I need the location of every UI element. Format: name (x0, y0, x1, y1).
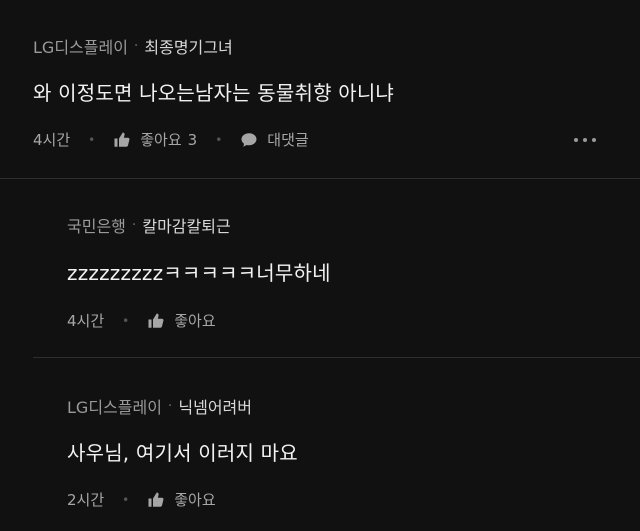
author-company: LG디스플레이 (67, 398, 162, 417)
author-nickname[interactable]: 최종명기그녀 (144, 34, 232, 58)
action-separator: • (122, 313, 130, 328)
author-separator: · (167, 398, 173, 414)
reply-actions: 2시간 • 좋아요 (67, 489, 216, 510)
author-company: LG디스플레이 (33, 38, 128, 57)
reply-label: 대댓글 (267, 131, 309, 149)
thumbs-up-icon (114, 132, 130, 147)
reply-text: 사우님, 여기서 이러지 마요 (67, 441, 298, 465)
comment-item: LG디스플레이 · 최종명기그녀 와 이정도면 나오는남자는 동물취향 아니냐 … (0, 0, 640, 179)
reply-time: 2시간 (67, 491, 105, 509)
like-button[interactable]: 좋아요 (147, 489, 216, 510)
like-label: 좋아요 (174, 491, 216, 509)
comment-time: 4시간 (33, 131, 71, 149)
author-nickname[interactable]: 칼마감칼퇴근 (142, 213, 230, 237)
like-label: 좋아요 (174, 312, 216, 330)
comment-actions: 4시간 • 좋아요 3 • 대댓글 (33, 129, 309, 150)
like-button[interactable]: 좋아요 (147, 310, 216, 331)
reply-author-line: 국민은행 · 칼마감칼퇴근 (67, 213, 231, 237)
action-separator: • (88, 132, 96, 147)
reply-item: 국민은행 · 칼마감칼퇴근 zzzzzzzzzㅋㅋㅋㅋㅋ너무하네 4시간 • 좋… (0, 179, 640, 357)
reply-button[interactable]: 대댓글 (240, 129, 309, 150)
like-label: 좋아요 (140, 131, 182, 149)
reply-time: 4시간 (67, 312, 105, 330)
thumbs-up-icon (148, 492, 164, 507)
action-separator: • (215, 132, 223, 147)
speech-bubble-icon (241, 132, 257, 147)
thumbs-up-icon (148, 313, 164, 328)
more-dot (592, 138, 596, 142)
reply-author-line: LG디스플레이 · 닉넴어려버 (67, 394, 252, 418)
more-dot (583, 138, 587, 142)
more-dot (574, 138, 578, 142)
comment-author-line: LG디스플레이 · 최종명기그녀 (33, 34, 233, 58)
reply-item: LG디스플레이 · 닉넴어려버 사우님, 여기서 이러지 마요 2시간 • 좋아… (0, 358, 640, 531)
author-separator: · (131, 217, 137, 233)
author-separator: · (133, 38, 139, 54)
reply-text: zzzzzzzzzㅋㅋㅋㅋㅋ너무하네 (67, 261, 331, 285)
reply-actions: 4시간 • 좋아요 (67, 310, 216, 331)
author-company: 국민은행 (67, 217, 126, 236)
action-separator: • (122, 492, 130, 507)
more-options-button[interactable] (574, 138, 596, 142)
comment-text: 와 이정도면 나오는남자는 동물취향 아니냐 (33, 81, 395, 105)
author-nickname[interactable]: 닉넴어려버 (178, 394, 252, 418)
like-count: 3 (187, 130, 198, 149)
like-button[interactable]: 좋아요 3 (113, 129, 197, 150)
